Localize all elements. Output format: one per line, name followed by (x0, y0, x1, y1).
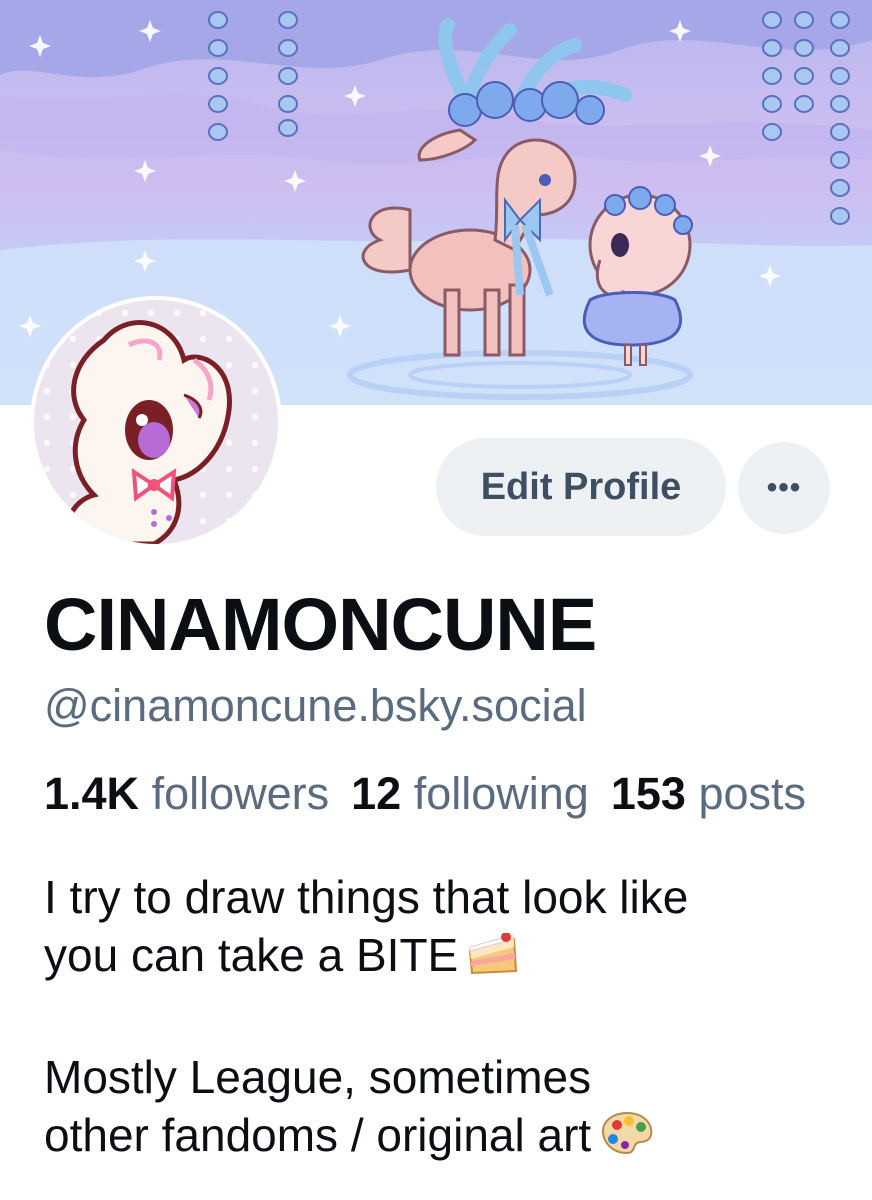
posts-label: posts (698, 768, 806, 819)
bio-line-with-emoji: you can take a BITE (44, 926, 854, 990)
following-label: following (413, 768, 589, 819)
followers-count: 1.4K (44, 768, 140, 819)
bio-line: Mostly League, sometimes (44, 1051, 592, 1103)
ellipsis-icon: ••• (766, 471, 802, 504)
display-name: CINAMONCUNE (44, 583, 597, 666)
bio-line: other fandoms / original art (44, 1109, 592, 1161)
avatar-image (34, 300, 278, 544)
profile-handle[interactable]: @cinamoncune.bsky.social (44, 680, 587, 732)
edit-profile-button[interactable]: Edit Profile (436, 438, 726, 536)
bio-line: you can take a BITE (44, 929, 459, 981)
profile-bio: I try to draw things that look like you … (44, 868, 854, 1170)
followers-stat[interactable]: 1.4K followers (44, 768, 351, 819)
followers-label: followers (151, 768, 330, 819)
posts-count: 153 (610, 768, 686, 819)
profile-stats: 1.4K followers 12 following 153 posts (44, 768, 872, 820)
cake-slice-icon (466, 930, 520, 990)
avatar[interactable] (30, 296, 282, 548)
following-count: 12 (351, 768, 402, 819)
posts-stat: 153 posts (611, 768, 828, 819)
bio-line-with-emoji: other fandoms / original art (44, 1106, 854, 1170)
following-stat[interactable]: 12 following (351, 768, 611, 819)
bio-line: I try to draw things that look like (44, 871, 689, 923)
more-options-button[interactable]: ••• (738, 442, 830, 534)
palette-icon (599, 1109, 655, 1170)
